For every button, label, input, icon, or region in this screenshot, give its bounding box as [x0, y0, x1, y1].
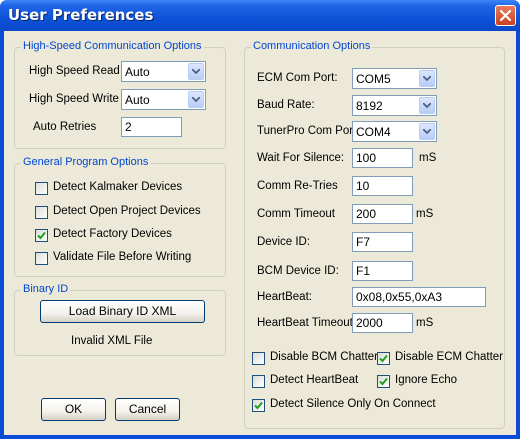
checkmark-icon: [37, 231, 46, 240]
heartbeat-timeout-field[interactable]: 2000: [352, 313, 413, 333]
high-speed-read-label: High Speed Read: [29, 65, 120, 77]
checkbox-box[interactable]: [252, 375, 265, 388]
heartbeat-label: HeartBeat:: [257, 291, 312, 303]
device-id-label: Device ID:: [257, 236, 311, 248]
validate-file-label: Validate File Before Writing: [53, 251, 192, 263]
cancel-button[interactable]: Cancel: [115, 398, 180, 421]
baud-rate-value: 8192: [356, 99, 383, 113]
comm-retries-field[interactable]: 10: [352, 176, 413, 196]
wait-for-silence-field[interactable]: 100: [352, 148, 413, 168]
detect-factory-label: Detect Factory Devices: [53, 228, 172, 240]
checkbox-box[interactable]: [35, 252, 48, 265]
wait-for-silence-unit: mS: [419, 152, 437, 164]
comm-timeout-field[interactable]: 200: [352, 204, 413, 224]
disable-ecm-chatter-label: Disable ECM Chatter: [395, 351, 504, 363]
ecm-com-port-label: ECM Com Port:: [257, 72, 338, 84]
checkbox-box[interactable]: [252, 399, 265, 412]
title-bar[interactable]: User Preferences: [0, 0, 520, 31]
general-options-group-title: General Program Options: [21, 156, 151, 168]
heartbeat-timeout-unit: mS: [416, 317, 434, 329]
checkmark-icon: [379, 354, 388, 363]
high-speed-write-select[interactable]: Auto: [121, 89, 206, 110]
detect-open-project-label: Detect Open Project Devices: [53, 205, 201, 217]
ignore-echo-label: Ignore Echo: [395, 374, 458, 386]
comm-timeout-label: Comm Timeout: [257, 208, 335, 220]
heartbeat-timeout-label: HeartBeat Timeout: [257, 317, 353, 329]
high-speed-write-label: High Speed Write: [29, 93, 119, 105]
binary-id-status: Invalid XML File: [71, 335, 153, 347]
disable-bcm-chatter-label: Disable BCM Chatter: [270, 351, 379, 363]
chevron-down-icon[interactable]: [188, 91, 204, 108]
communication-options-group-title: Communication Options: [251, 40, 373, 52]
comm-timeout-unit: mS: [416, 208, 434, 220]
auto-retries-field[interactable]: 2: [121, 117, 182, 137]
checkbox-box[interactable]: [35, 229, 48, 242]
checkbox-box[interactable]: [252, 352, 265, 365]
chevron-down-icon[interactable]: [419, 123, 435, 140]
ok-button[interactable]: OK: [41, 398, 106, 421]
baud-rate-select[interactable]: 8192: [352, 95, 437, 116]
close-icon: [500, 10, 511, 21]
load-binary-id-button[interactable]: Load Binary ID XML: [40, 300, 205, 323]
window-title: User Preferences: [8, 6, 154, 24]
checkmark-icon: [254, 401, 263, 410]
binary-id-group-title: Binary ID: [21, 283, 71, 295]
preferences-window: User Preferences High-Speed Communicatio…: [0, 0, 520, 439]
close-button[interactable]: [495, 5, 516, 26]
high-speed-write-value: Auto: [125, 93, 150, 107]
checkbox-box[interactable]: [35, 182, 48, 195]
wait-for-silence-label: Wait For Silence:: [257, 152, 345, 164]
chevron-down-icon[interactable]: [419, 70, 435, 87]
bcm-device-id-field[interactable]: F1: [352, 261, 413, 281]
baud-rate-label: Baud Rate:: [257, 99, 315, 111]
detect-silence-on-connect-label: Detect Silence Only On Connect: [270, 398, 436, 410]
ecm-com-port-value: COM5: [356, 72, 391, 86]
high-speed-group-title: High-Speed Communication Options: [21, 40, 204, 52]
dialog-body: High-Speed Communication Options High Sp…: [4, 31, 516, 435]
ecm-com-port-select[interactable]: COM5: [352, 68, 437, 89]
checkmark-icon: [379, 377, 388, 386]
tunerpro-com-port-select[interactable]: COM4: [352, 121, 437, 142]
tunerpro-com-port-label: TunerPro Com Port:: [257, 125, 360, 137]
tunerpro-com-port-value: COM4: [356, 125, 391, 139]
checkbox-box[interactable]: [377, 375, 390, 388]
chevron-down-icon[interactable]: [419, 97, 435, 114]
auto-retries-label: Auto Retries: [33, 121, 97, 133]
bcm-device-id-label: BCM Device ID:: [257, 265, 339, 277]
high-speed-read-value: Auto: [125, 65, 150, 79]
high-speed-read-select[interactable]: Auto: [121, 61, 206, 82]
comm-retries-label: Comm Re-Tries: [257, 180, 338, 192]
chevron-down-icon[interactable]: [188, 63, 204, 80]
detect-heartbeat-label: Detect HeartBeat: [270, 374, 359, 386]
checkbox-box[interactable]: [377, 352, 390, 365]
checkbox-box[interactable]: [35, 206, 48, 219]
device-id-field[interactable]: F7: [352, 232, 413, 252]
heartbeat-field[interactable]: 0x08,0x55,0xA3: [352, 287, 486, 307]
detect-kalmaker-label: Detect Kalmaker Devices: [53, 181, 183, 193]
